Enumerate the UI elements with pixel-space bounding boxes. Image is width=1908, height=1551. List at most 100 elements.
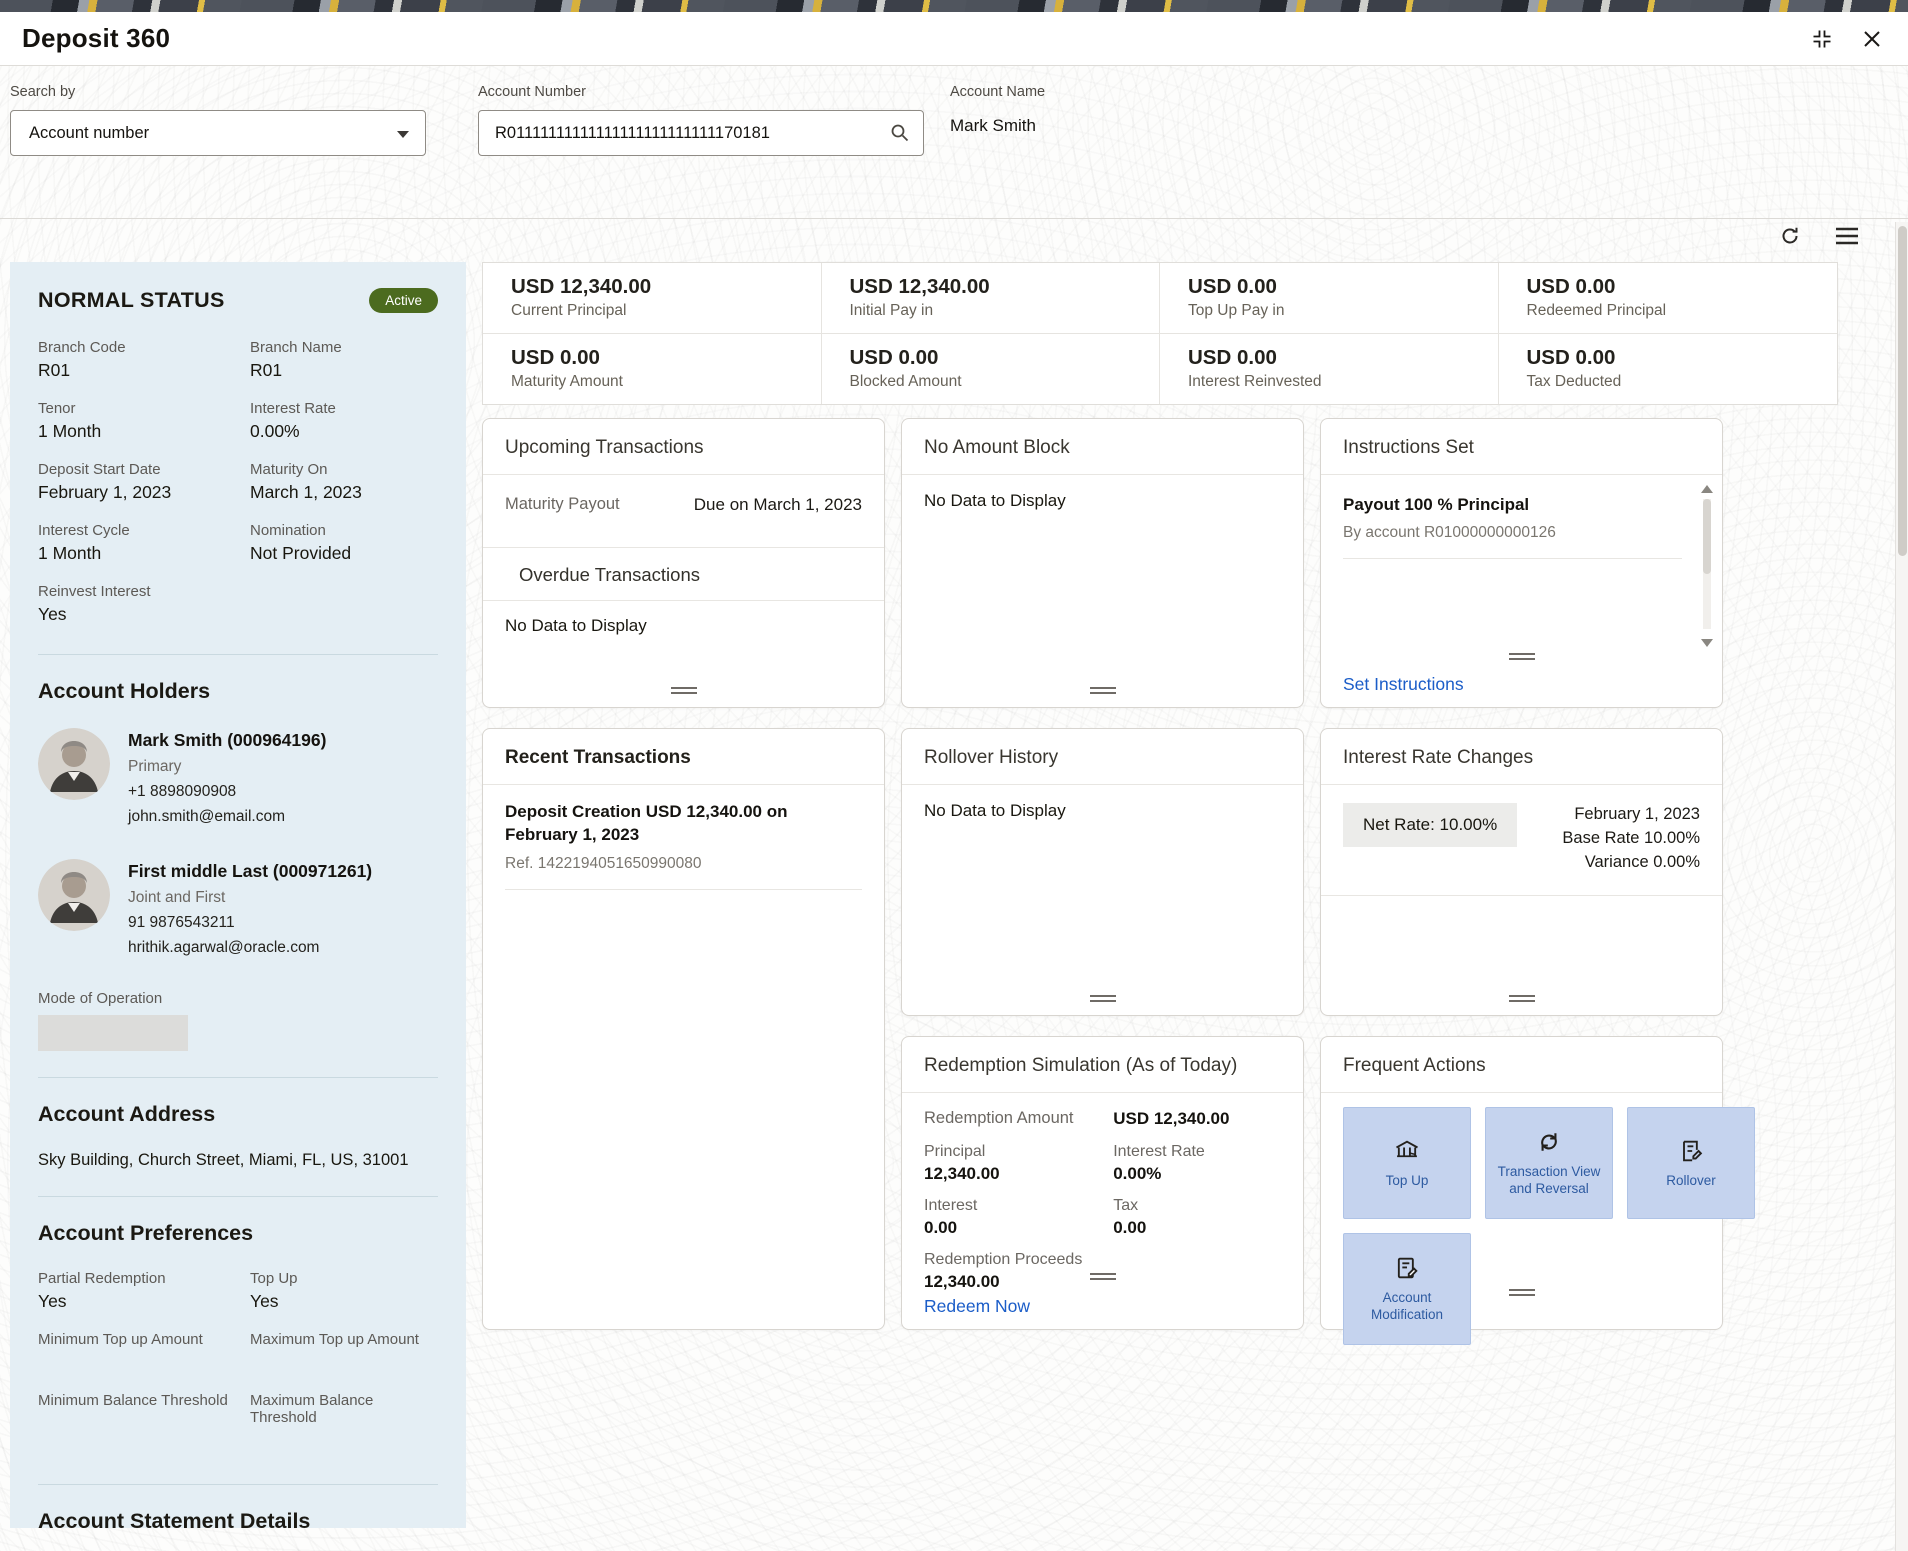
- search-by-select[interactable]: Account number: [10, 110, 426, 156]
- mode-of-operation-placeholder: [38, 1015, 188, 1051]
- overdue-transactions-title: Overdue Transactions: [483, 548, 884, 600]
- field-value: 1 Month: [38, 543, 250, 565]
- collapse-window-icon[interactable]: [1810, 27, 1834, 51]
- titlebar: Deposit 360: [0, 12, 1908, 66]
- page-title: Deposit 360: [22, 23, 170, 54]
- instructions-set-card: Instructions Set Payout 100 % Principal …: [1320, 418, 1723, 708]
- rollover-action-button[interactable]: Rollover: [1627, 1107, 1755, 1219]
- bank-icon: [1393, 1137, 1421, 1165]
- interest-label: Interest: [924, 1197, 1113, 1215]
- interest-value: 0.00: [924, 1218, 1113, 1238]
- status-title: NORMAL STATUS: [38, 288, 225, 313]
- metric-label: Initial Pay in: [850, 302, 1160, 320]
- divider: [38, 654, 438, 655]
- account-holders-title: Account Holders: [38, 679, 438, 704]
- maturity-payout-due: Due on March 1, 2023: [694, 495, 862, 515]
- metric-value: USD 0.00: [1527, 346, 1838, 370]
- card-title: Interest Rate Changes: [1321, 729, 1722, 784]
- action-label: Transaction View and Reversal: [1486, 1164, 1612, 1198]
- field-label: Minimum Top up Amount: [38, 1331, 250, 1348]
- set-instructions-link[interactable]: Set Instructions: [1343, 674, 1464, 695]
- interest-rate-value: 0.00%: [1113, 1164, 1281, 1184]
- field-label: Branch Name: [250, 339, 438, 356]
- metric-value: USD 0.00: [1527, 275, 1838, 299]
- metric-label: Interest Reinvested: [1188, 373, 1498, 391]
- instruction-item-account: By account R01000000000126: [1343, 524, 1682, 559]
- metric-value: USD 12,340.00: [511, 275, 821, 299]
- field-label: Tenor: [38, 400, 250, 417]
- action-label: Top Up: [1380, 1173, 1435, 1190]
- search-by-label: Search by: [10, 84, 426, 100]
- card-resize-handle[interactable]: [1509, 992, 1535, 1005]
- metric-label: Current Principal: [511, 302, 821, 320]
- account-modification-button[interactable]: Account Modification: [1343, 1233, 1471, 1345]
- redemption-simulation-card: Redemption Simulation (As of Today) Rede…: [901, 1036, 1304, 1330]
- interest-rate-label: Interest Rate: [1113, 1143, 1281, 1161]
- field-value: Yes: [250, 1291, 438, 1313]
- page-scrollbar[interactable]: [1895, 222, 1908, 1551]
- field-value: February 1, 2023: [38, 482, 250, 504]
- maturity-payout-label: Maturity Payout: [505, 495, 620, 515]
- field-value: 1 Month: [38, 421, 250, 443]
- holder-role: Joint and First: [128, 889, 372, 907]
- principal-value: 12,340.00: [924, 1164, 1113, 1184]
- card-title: Upcoming Transactions: [483, 419, 884, 474]
- action-label: Rollover: [1660, 1173, 1722, 1190]
- field-label: Maximum Top up Amount: [250, 1331, 438, 1348]
- account-holder-item: First middle Last (000971261) Joint and …: [38, 859, 438, 964]
- account-number-input[interactable]: [478, 110, 924, 156]
- card-title: Redemption Simulation (As of Today): [902, 1037, 1303, 1092]
- empty-state-text: No Data to Display: [902, 475, 1303, 527]
- card-title: No Amount Block: [902, 419, 1303, 474]
- top-up-action-button[interactable]: Top Up: [1343, 1107, 1471, 1219]
- rate-change-variance: Variance 0.00%: [1562, 851, 1700, 875]
- card-title: Recent Transactions: [483, 729, 884, 784]
- search-icon[interactable]: [888, 121, 912, 145]
- search-section: Search by Account number Account Number …: [0, 66, 1908, 218]
- menu-hamburger-icon[interactable]: [1834, 225, 1860, 247]
- card-scrollbar[interactable]: [1700, 485, 1714, 647]
- card-title: Frequent Actions: [1321, 1037, 1722, 1092]
- instruction-item-title: Payout 100 % Principal: [1343, 495, 1682, 515]
- holder-role: Primary: [128, 758, 326, 776]
- field-label: Reinvest Interest: [38, 583, 250, 600]
- mode-of-operation-label: Mode of Operation: [38, 990, 438, 1007]
- redeem-now-link[interactable]: Redeem Now: [924, 1296, 1030, 1317]
- card-resize-handle[interactable]: [1090, 992, 1116, 1005]
- metric-label: Redeemed Principal: [1527, 302, 1838, 320]
- holder-phone: +1 8898090908: [128, 783, 326, 801]
- scroll-down-icon[interactable]: [1701, 639, 1713, 647]
- metric-label: Maturity Amount: [511, 373, 821, 391]
- card-resize-handle[interactable]: [1090, 1270, 1116, 1283]
- field-label: Nomination: [250, 522, 438, 539]
- divider: [38, 1196, 438, 1197]
- field-label: Interest Cycle: [38, 522, 250, 539]
- field-value: [250, 1430, 438, 1452]
- field-label: Partial Redemption: [38, 1270, 250, 1287]
- card-resize-handle[interactable]: [1509, 650, 1535, 663]
- holder-email: john.smith@email.com: [128, 808, 326, 826]
- card-resize-handle[interactable]: [671, 684, 697, 697]
- holder-phone: 91 9876543211: [128, 914, 372, 932]
- field-value: 0.00%: [250, 421, 438, 443]
- card-resize-handle[interactable]: [1509, 1286, 1535, 1299]
- proceeds-value: 12,340.00: [924, 1272, 1113, 1292]
- card-title: Instructions Set: [1321, 419, 1722, 474]
- scroll-up-icon[interactable]: [1701, 485, 1713, 493]
- transaction-view-reversal-button[interactable]: Transaction View and Reversal: [1485, 1107, 1613, 1219]
- transaction-item-ref: Ref. 1422194051650990080: [505, 855, 862, 890]
- scrollbar-thumb[interactable]: [1898, 226, 1907, 556]
- refresh-icon[interactable]: [1778, 224, 1802, 248]
- net-rate-chip: Net Rate: 10.00%: [1343, 803, 1517, 847]
- chevron-down-icon: [397, 131, 409, 138]
- scrollbar-thumb[interactable]: [1703, 499, 1711, 574]
- status-badge: Active: [369, 288, 438, 313]
- card-resize-handle[interactable]: [1090, 684, 1116, 697]
- document-edit-icon: [1677, 1137, 1705, 1165]
- close-icon[interactable]: [1862, 29, 1882, 49]
- field-value: Yes: [38, 604, 250, 626]
- metric-label: Top Up Pay in: [1188, 302, 1498, 320]
- holder-email: hrithik.agarwal@oracle.com: [128, 939, 372, 957]
- avatar: [38, 728, 110, 800]
- action-label: Account Modification: [1344, 1290, 1470, 1324]
